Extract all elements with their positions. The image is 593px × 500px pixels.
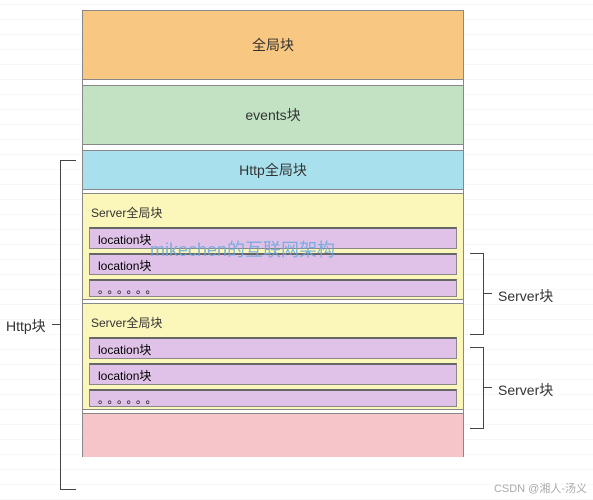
attribution-text: CSDN @湘人-汤义: [494, 480, 587, 496]
server-block-1: Server全局块 location块 location块 。。。。。。: [82, 193, 464, 300]
http-bracket: [60, 160, 76, 490]
events-block: events块: [82, 85, 464, 145]
location-block: location块: [89, 253, 457, 275]
ellipsis-block: 。。。。。。: [89, 389, 457, 407]
server-global-label: Server全局块: [89, 200, 457, 227]
server-block-2: Server全局块 location块 location块 。。。。。。: [82, 303, 464, 410]
http-global-block: Http全局块: [82, 150, 464, 190]
server1-bracket: [470, 253, 484, 335]
ellipsis-block: 。。。。。。: [89, 279, 457, 297]
location-block: location块: [89, 363, 457, 385]
location-block: location块: [89, 227, 457, 249]
http-block-label: Http块: [6, 316, 46, 336]
server1-bracket-tick: [484, 293, 492, 294]
server2-bracket-tick: [484, 387, 492, 388]
server-block-label: Server块: [498, 286, 553, 306]
location-block: location块: [89, 337, 457, 359]
config-structure-container: 全局块 events块 Http全局块 Server全局块 location块 …: [82, 10, 464, 456]
global-block: 全局块: [82, 10, 464, 80]
server2-bracket: [470, 347, 484, 429]
server-block-label: Server块: [498, 380, 553, 400]
http-bracket-tick: [52, 324, 60, 325]
server-global-label: Server全局块: [89, 310, 457, 337]
more-blocks-area: [82, 413, 464, 457]
